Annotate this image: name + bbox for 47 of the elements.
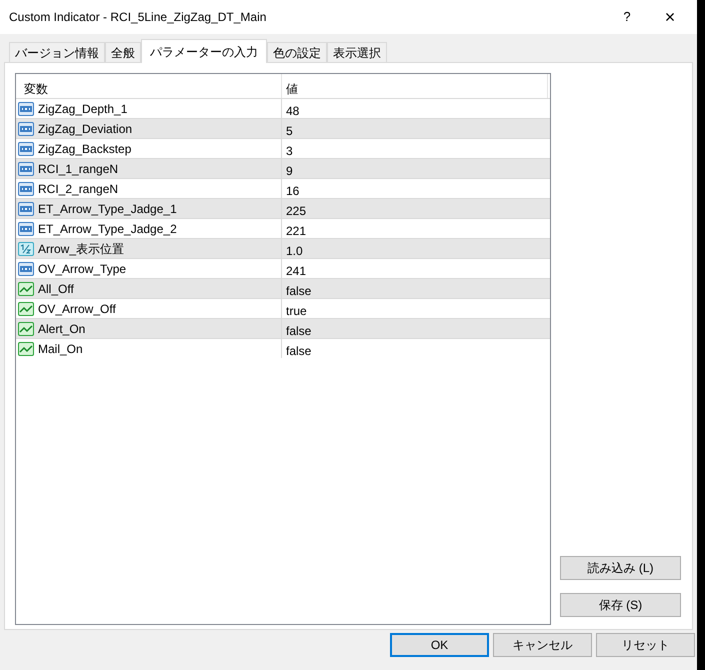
- parameter-value[interactable]: false: [282, 319, 312, 338]
- parameter-value[interactable]: false: [282, 279, 312, 298]
- parameter-value[interactable]: 241: [282, 259, 306, 278]
- parameter-name: All_Off: [38, 280, 74, 298]
- parameter-name: ZigZag_Backstep: [38, 140, 132, 158]
- parameter-name: Mail_On: [38, 340, 83, 358]
- number-type-icon: [18, 202, 34, 216]
- parameter-value[interactable]: 5: [282, 119, 293, 138]
- parameter-name: Alert_On: [38, 320, 86, 338]
- parameter-value[interactable]: 225: [282, 199, 306, 218]
- parameter-name: ET_Arrow_Type_Jadge_2: [38, 220, 177, 238]
- toggle-type-icon: [18, 322, 34, 336]
- parameter-value[interactable]: 3: [282, 139, 293, 158]
- parameter-value[interactable]: 221: [282, 219, 306, 238]
- parameter-name: OV_Arrow_Type: [38, 260, 126, 278]
- dialog-button[interactable]: リセット: [596, 633, 695, 657]
- tab[interactable]: 全般: [105, 42, 141, 62]
- parameter-name: RCI_1_rangeN: [38, 160, 118, 178]
- dialog-button[interactable]: OK: [390, 633, 489, 657]
- parameter-value[interactable]: false: [282, 339, 312, 358]
- parameter-name: ZigZag_Depth_1: [38, 100, 128, 118]
- parameter-value[interactable]: 48: [282, 99, 300, 118]
- tab[interactable]: 色の設定: [267, 42, 327, 62]
- number-type-icon: [18, 162, 34, 176]
- parameter-name: OV_Arrow_Off: [38, 300, 116, 318]
- number-type-icon: [18, 122, 34, 136]
- side-button[interactable]: 読み込み (L): [560, 556, 681, 580]
- parameter-name: ET_Arrow_Type_Jadge_1: [38, 200, 177, 218]
- window-title: Custom Indicator - RCI_5Line_ZigZag_DT_Main: [9, 9, 268, 26]
- fraction-type-icon: [18, 242, 34, 256]
- toggle-type-icon: [18, 282, 34, 296]
- toggle-type-icon: [18, 302, 34, 316]
- dialog-button[interactable]: キャンセル: [493, 633, 592, 657]
- parameter-value[interactable]: 16: [282, 179, 300, 198]
- tab[interactable]: パラメーターの入力: [141, 39, 267, 63]
- toggle-type-icon: [18, 342, 34, 356]
- side-button[interactable]: 保存 (S): [560, 593, 681, 617]
- tab[interactable]: 表示選択: [327, 42, 387, 62]
- close-button[interactable]: ×: [647, 2, 693, 32]
- parameter-name: RCI_2_rangeN: [38, 180, 118, 198]
- parameter-value[interactable]: 1.0: [282, 239, 303, 258]
- parameter-name: Arrow_表示位置: [38, 240, 124, 258]
- parameter-value[interactable]: 9: [282, 159, 293, 178]
- tab[interactable]: バージョン情報: [9, 42, 105, 62]
- parameter-name: ZigZag_Deviation: [38, 120, 132, 138]
- parameter-value[interactable]: true: [282, 299, 307, 318]
- help-button[interactable]: ?: [607, 2, 647, 32]
